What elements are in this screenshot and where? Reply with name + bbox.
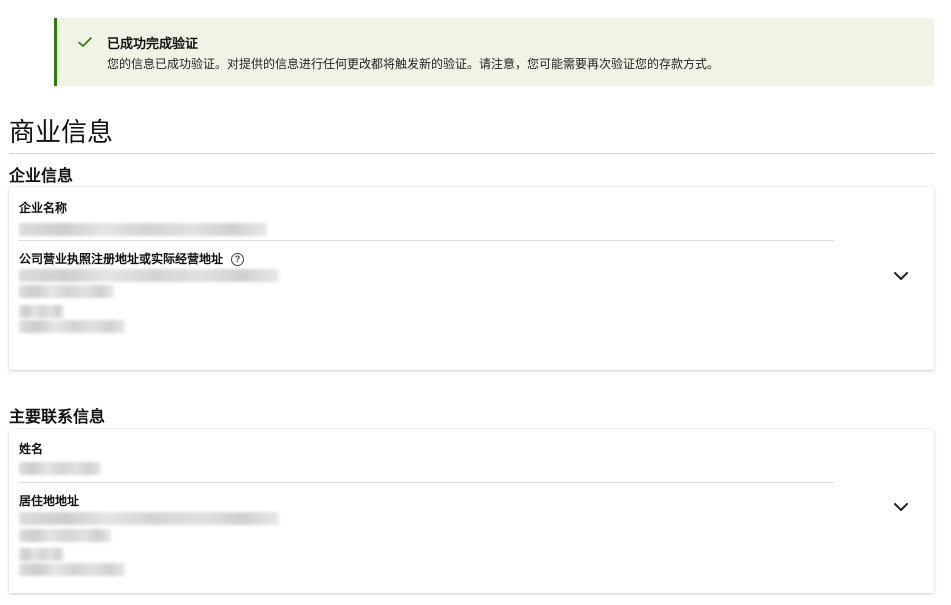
primary-contact-heading: 主要联系信息 (9, 409, 106, 426)
alert-title: 已成功完成验证 (107, 36, 199, 51)
residential-address-line4-redacted (19, 563, 125, 576)
business-address-line1-redacted (19, 269, 279, 282)
chevron-down-icon[interactable] (891, 266, 911, 286)
field-divider (18, 482, 834, 483)
business-address-line3-redacted (19, 305, 64, 318)
business-info-card[interactable]: 企业名称 公司营业执照注册地址或实际经营地址? (9, 187, 934, 370)
residential-address-line3-redacted (19, 548, 64, 561)
business-address-label: 公司营业执照注册地址或实际经营地址? (19, 250, 245, 267)
question-circle-icon[interactable]: ? (231, 253, 245, 266)
business-info-heading: 企业信息 (9, 168, 74, 185)
company-name-value-redacted (19, 223, 267, 236)
title-divider (9, 153, 934, 154)
residential-address-line2-redacted (19, 529, 111, 542)
field-divider (18, 240, 834, 241)
checkmark-icon (78, 37, 92, 47)
primary-contact-card[interactable]: 姓名 居住地地址 (9, 429, 934, 593)
residential-address-label: 居住地地址 (19, 494, 80, 508)
business-address-line2-redacted (19, 285, 114, 298)
contact-name-label: 姓名 (19, 442, 44, 456)
success-alert: 已成功完成验证 您的信息已成功验证。对提供的信息进行任何更改都将触发新的验证。请… (54, 18, 934, 86)
residential-address-line1-redacted (19, 512, 279, 525)
chevron-down-icon[interactable] (891, 497, 911, 517)
page-title: 商业信息 (9, 117, 114, 147)
business-address-label-text: 公司营业执照注册地址或实际经营地址 (19, 252, 224, 266)
company-name-label: 企业名称 (19, 201, 68, 215)
business-address-line4-redacted (19, 320, 125, 333)
contact-name-value-redacted (19, 462, 101, 475)
alert-message: 您的信息已成功验证。对提供的信息进行任何更改都将触发新的验证。请注意，您可能需要… (107, 57, 720, 71)
